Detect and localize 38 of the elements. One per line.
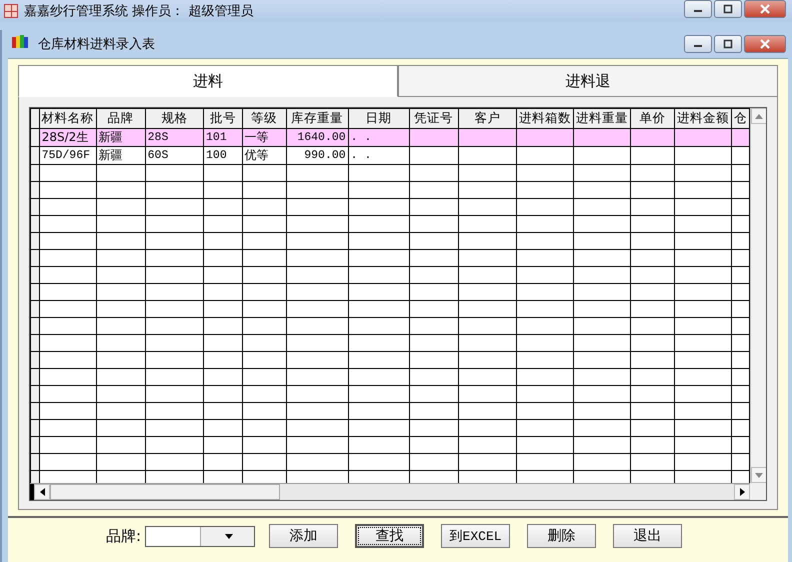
- table-cell: 28S/2生: [39, 128, 96, 146]
- tab[interactable]: 进料退: [398, 65, 778, 97]
- table-cell: 新疆: [96, 128, 146, 146]
- column-header[interactable]: 单价: [630, 108, 674, 128]
- table-cell: 100: [204, 146, 242, 164]
- table-cell: . .: [348, 128, 410, 146]
- action-button[interactable]: 到EXCEL: [441, 524, 510, 548]
- action-button[interactable]: 删除: [527, 524, 596, 548]
- table-cell: 优等: [242, 146, 286, 164]
- action-button[interactable]: 查找: [355, 524, 424, 548]
- action-button[interactable]: 添加: [269, 524, 338, 548]
- table-cell: 新疆: [96, 146, 146, 164]
- column-header[interactable]: 批号: [204, 108, 242, 128]
- table-cell: 28S: [145, 128, 204, 146]
- column-header[interactable]: 进料箱数: [516, 108, 574, 128]
- column-header[interactable]: 日期: [348, 108, 410, 128]
- column-header[interactable]: 库存重量: [286, 108, 348, 128]
- column-header[interactable]: 规格: [145, 108, 204, 128]
- table-cell: 75D/96F: [39, 146, 96, 164]
- column-header[interactable]: 品牌: [96, 108, 146, 128]
- table-cell: 101: [204, 128, 242, 146]
- column-header[interactable]: 客户: [458, 108, 517, 128]
- column-header[interactable]: 等级: [242, 108, 286, 128]
- tab[interactable]: 进料: [18, 65, 398, 97]
- column-header[interactable]: 仓: [731, 108, 750, 128]
- column-header[interactable]: 进料金额: [674, 108, 732, 128]
- table-cell: 一等: [242, 128, 286, 146]
- table-cell: 990.00: [286, 146, 348, 164]
- brand-label: 品牌:: [106, 526, 142, 546]
- column-header[interactable]: 凭证号: [409, 108, 458, 128]
- table-cell: . .: [348, 146, 410, 164]
- column-header[interactable]: 进料重量: [574, 108, 631, 128]
- action-button[interactable]: 退出: [613, 524, 682, 548]
- table-cell: 60S: [145, 146, 204, 164]
- column-header[interactable]: 材料名称: [39, 108, 96, 128]
- form-title: 仓库材料进料录入表: [38, 36, 155, 53]
- table-cell: 1640.00: [286, 128, 348, 146]
- window-title: 嘉嘉纱行管理系统 操作员： 超级管理员: [24, 3, 254, 20]
